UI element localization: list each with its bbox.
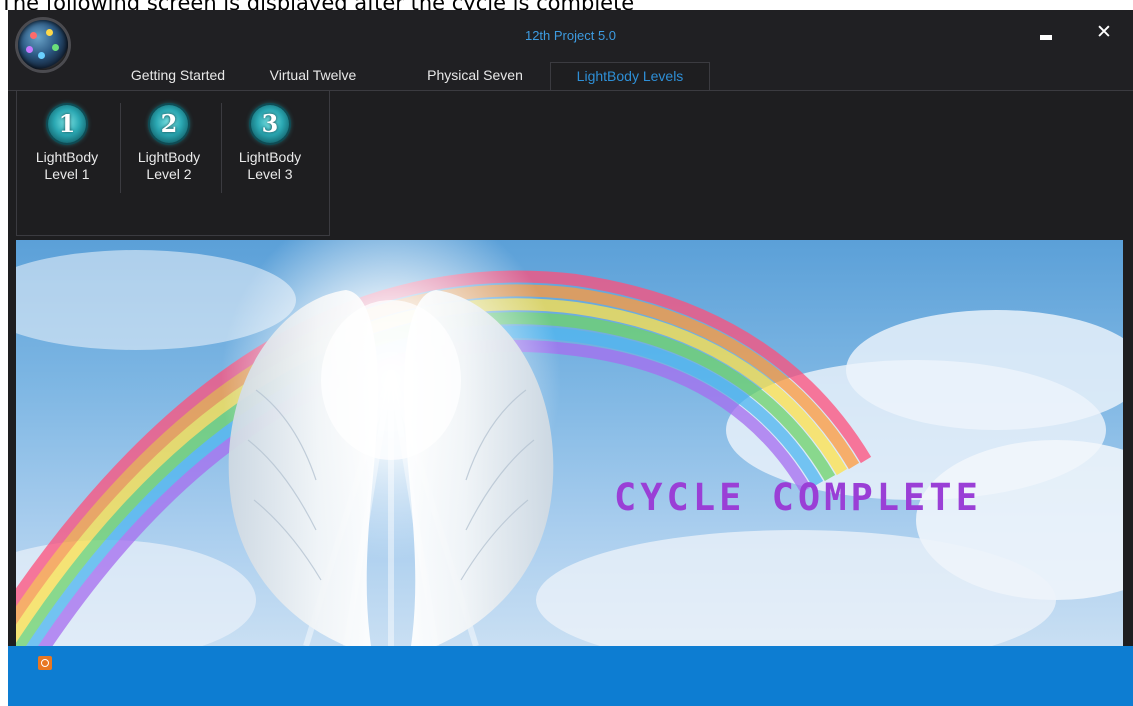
minimize-icon[interactable] <box>1040 35 1052 40</box>
tab-physical-seven[interactable]: Physical Seven <box>415 62 535 90</box>
title-bar: 12th Project 5.0 ✕ Getting Started Virtu… <box>8 10 1133 90</box>
number-3-icon: 3 <box>251 105 289 143</box>
number-2-icon: 2 <box>150 105 188 143</box>
ubuntu-icon[interactable] <box>38 656 52 670</box>
ribbon-separator <box>221 103 222 193</box>
ribbon-separator <box>120 103 121 193</box>
number-1-icon: 1 <box>48 105 86 143</box>
close-icon[interactable]: ✕ <box>1094 22 1114 42</box>
tab-lightbody-levels[interactable]: LightBody Levels <box>550 62 710 90</box>
app-window: 12th Project 5.0 ✕ Getting Started Virtu… <box>8 10 1133 706</box>
button-label: LightBody Level 2 <box>137 149 201 182</box>
ribbon: 1 LightBody Level 1 2 LightBody Level 2 <box>8 90 1133 239</box>
lightbody-level-2-button[interactable]: 2 LightBody Level 2 <box>122 99 216 199</box>
cycle-complete-message: CYCLE COMPLETE <box>614 476 982 519</box>
tab-virtual-twelve[interactable]: Virtual Twelve <box>253 62 373 90</box>
completion-image: CYCLE COMPLETE <box>16 240 1123 646</box>
ribbon-group: 1 LightBody Level 1 2 LightBody Level 2 <box>16 91 330 236</box>
angel-wings-rainbow-illustration <box>16 240 1123 646</box>
status-bar <box>8 646 1133 706</box>
window-title: 12th Project 5.0 <box>524 28 617 43</box>
button-label: LightBody Level 3 <box>238 149 302 182</box>
lightbody-level-3-button[interactable]: 3 LightBody Level 3 <box>223 99 317 199</box>
button-label: LightBody Level 1 <box>35 149 99 182</box>
lightbody-level-1-button[interactable]: 1 LightBody Level 1 <box>20 99 114 199</box>
tab-getting-started[interactable]: Getting Started <box>108 62 248 90</box>
